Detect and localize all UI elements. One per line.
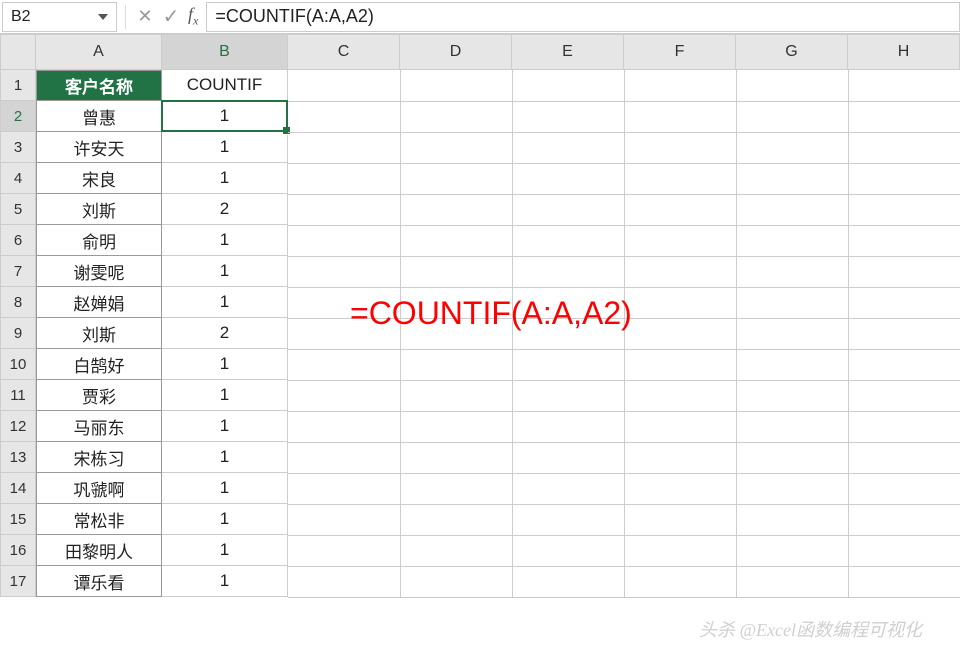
column-b: B COUNTIF 1 1 1 2 1 1 1 2 1 1 1 1 1 1 1 … — [162, 34, 288, 597]
row-header-11[interactable]: 11 — [0, 380, 36, 411]
cell-b16[interactable]: 1 — [162, 535, 288, 566]
gridline — [288, 349, 960, 350]
name-box-text: B2 — [11, 8, 31, 26]
cell-b9[interactable]: 2 — [162, 318, 288, 349]
cell-b17[interactable]: 1 — [162, 566, 288, 597]
gridline — [624, 70, 625, 597]
chevron-down-icon[interactable] — [98, 14, 108, 20]
cell-a12[interactable]: 马丽东 — [36, 411, 162, 442]
row-header-17[interactable]: 17 — [0, 566, 36, 597]
cell-a9[interactable]: 刘斯 — [36, 318, 162, 349]
cell-a14[interactable]: 巩虢啊 — [36, 473, 162, 504]
gridline — [288, 442, 960, 443]
gridline — [288, 101, 960, 102]
gridline — [288, 225, 960, 226]
cell-a10[interactable]: 白鹄好 — [36, 349, 162, 380]
name-box[interactable]: B2 — [2, 2, 117, 32]
cell-a2[interactable]: 曾惠 — [36, 101, 162, 132]
gridline — [288, 504, 960, 505]
gridline — [400, 70, 401, 597]
row-header-9[interactable]: 9 — [0, 318, 36, 349]
overlay-formula-text: =COUNTIF(A:A,A2) — [350, 295, 632, 332]
cell-b3[interactable]: 1 — [162, 132, 288, 163]
formula-input[interactable]: =COUNTIF(A:A,A2) — [206, 2, 960, 32]
column-a: A 客户名称 曾惠 许安天 宋良 刘斯 俞明 谢雯呢 赵婵娟 刘斯 白鹄好 贾彩… — [36, 34, 162, 597]
gridline — [288, 597, 960, 598]
cell-b14[interactable]: 1 — [162, 473, 288, 504]
gridline — [288, 535, 960, 536]
row-header-14[interactable]: 14 — [0, 473, 36, 504]
row-header-15[interactable]: 15 — [0, 504, 36, 535]
formula-bar: B2 ✕ ✓ fx =COUNTIF(A:A,A2) — [0, 0, 960, 34]
row-header-7[interactable]: 7 — [0, 256, 36, 287]
col-header-b[interactable]: B — [162, 34, 288, 70]
cell-b10[interactable]: 1 — [162, 349, 288, 380]
row-header-16[interactable]: 16 — [0, 535, 36, 566]
col-header-h[interactable]: H — [848, 34, 960, 70]
gridline — [288, 163, 960, 164]
col-header-f[interactable]: F — [624, 34, 736, 70]
cell-b2[interactable]: 1 — [162, 101, 288, 132]
gridline — [512, 70, 513, 597]
col-header-d[interactable]: D — [400, 34, 512, 70]
cell-b1[interactable]: COUNTIF — [162, 70, 288, 101]
gridline — [736, 70, 737, 597]
cell-a15[interactable]: 常松非 — [36, 504, 162, 535]
cell-b5[interactable]: 2 — [162, 194, 288, 225]
separator — [125, 5, 126, 29]
col-header-a[interactable]: A — [36, 34, 162, 70]
cell-a4[interactable]: 宋良 — [36, 163, 162, 194]
cell-a17[interactable]: 谭乐看 — [36, 566, 162, 597]
row-header-4[interactable]: 4 — [0, 163, 36, 194]
confirm-icon[interactable]: ✓ — [158, 4, 184, 30]
formula-text: =COUNTIF(A:A,A2) — [215, 6, 374, 27]
col-header-e[interactable]: E — [512, 34, 624, 70]
cell-a5[interactable]: 刘斯 — [36, 194, 162, 225]
cell-a8[interactable]: 赵婵娟 — [36, 287, 162, 318]
cell-a13[interactable]: 宋栋习 — [36, 442, 162, 473]
cell-a3[interactable]: 许安天 — [36, 132, 162, 163]
cell-a1[interactable]: 客户名称 — [36, 70, 162, 101]
row-header-1[interactable]: 1 — [0, 70, 36, 101]
gridline — [288, 256, 960, 257]
gridline — [288, 473, 960, 474]
gridline — [288, 194, 960, 195]
cell-b8[interactable]: 1 — [162, 287, 288, 318]
gridline — [288, 287, 960, 288]
cell-a7[interactable]: 谢雯呢 — [36, 256, 162, 287]
row-header-6[interactable]: 6 — [0, 225, 36, 256]
watermark-text: 头杀 @Excel函数编程可视化 — [699, 616, 922, 642]
cell-a11[interactable]: 贾彩 — [36, 380, 162, 411]
cell-a16[interactable]: 田黎明人 — [36, 535, 162, 566]
cell-b4[interactable]: 1 — [162, 163, 288, 194]
row-header-8[interactable]: 8 — [0, 287, 36, 318]
row-header-12[interactable]: 12 — [0, 411, 36, 442]
cell-b11[interactable]: 1 — [162, 380, 288, 411]
row-header-2[interactable]: 2 — [0, 101, 36, 132]
gridline — [288, 411, 960, 412]
fx-icon[interactable]: fx — [188, 4, 198, 29]
cell-b7[interactable]: 1 — [162, 256, 288, 287]
gridline — [288, 380, 960, 381]
gridline — [288, 566, 960, 567]
col-header-g[interactable]: G — [736, 34, 848, 70]
row-header-3[interactable]: 3 — [0, 132, 36, 163]
cell-b13[interactable]: 1 — [162, 442, 288, 473]
row-header-13[interactable]: 13 — [0, 442, 36, 473]
row-headers: 1 2 3 4 5 6 7 8 9 10 11 12 13 14 15 16 1… — [0, 34, 36, 597]
cell-b15[interactable]: 1 — [162, 504, 288, 535]
gridline — [848, 70, 849, 597]
row-header-10[interactable]: 10 — [0, 349, 36, 380]
cancel-icon[interactable]: ✕ — [132, 4, 158, 30]
cell-b12[interactable]: 1 — [162, 411, 288, 442]
gridline — [288, 132, 960, 133]
cell-b6[interactable]: 1 — [162, 225, 288, 256]
cell-a6[interactable]: 俞明 — [36, 225, 162, 256]
row-header-5[interactable]: 5 — [0, 194, 36, 225]
col-header-c[interactable]: C — [288, 34, 400, 70]
select-all-corner[interactable] — [0, 34, 36, 70]
